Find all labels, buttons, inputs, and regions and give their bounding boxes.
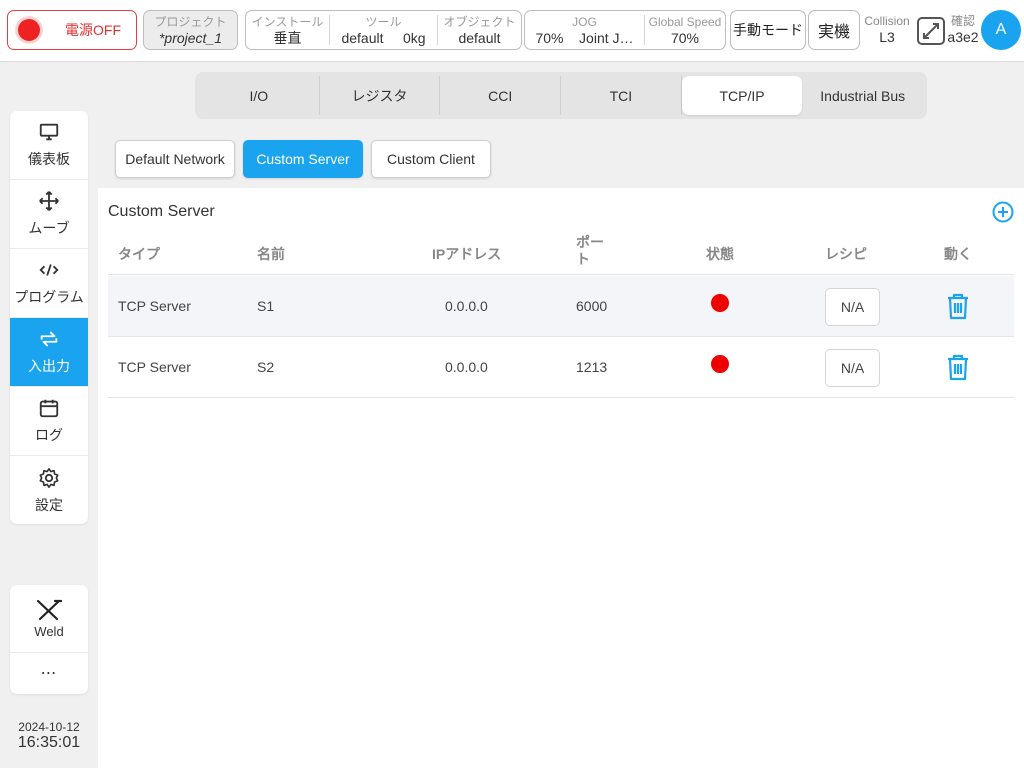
- custom-server-panel: Custom Server タイプ 名前 IPアドレス ポー ト 状態 レシピ …: [98, 188, 1024, 768]
- subtab-default-network[interactable]: Default Network: [115, 140, 235, 178]
- confirm-value: a3e2: [947, 29, 979, 45]
- row-port: 1213: [576, 359, 608, 375]
- col-action: 動く: [944, 246, 972, 262]
- sidebar-item-label: ムーブ: [28, 220, 70, 236]
- sidebar-extra: Weld ⋯: [10, 585, 88, 694]
- sidebar-item-label: プログラム: [14, 289, 84, 305]
- trash-icon[interactable]: [946, 292, 970, 320]
- add-circle-icon[interactable]: [992, 201, 1014, 223]
- speed-caption: Global Speed: [648, 15, 722, 29]
- row-type: TCP Server: [118, 359, 191, 375]
- object-caption: オブジェクト: [443, 15, 516, 29]
- calendar-icon: [39, 399, 59, 418]
- tool-cell[interactable]: ツール default 0kg: [330, 15, 438, 46]
- tab-tcpip[interactable]: TCP/IP: [681, 76, 803, 115]
- col-ip: IPアドレス: [432, 246, 502, 262]
- table-row[interactable]: TCP Server S1 0.0.0.0 6000 N/A: [108, 276, 1014, 337]
- installation-group[interactable]: インストール 垂直 ツール default 0kg オブジェクト default: [245, 10, 522, 50]
- tab-strip: I/O レジスタ CCI TCI TCP/IP Industrial Bus: [195, 72, 927, 119]
- row-ip: 0.0.0.0: [445, 298, 488, 314]
- power-label: 電源OFF: [65, 22, 121, 38]
- row-port: 6000: [576, 298, 608, 314]
- power-indicator-icon: [18, 19, 40, 41]
- recipe-button[interactable]: N/A: [825, 349, 880, 387]
- project-name: *project_1: [158, 30, 223, 46]
- recipe-button[interactable]: N/A: [825, 288, 880, 326]
- tab-tci[interactable]: TCI: [561, 76, 682, 115]
- swap-icon: [40, 331, 58, 347]
- confirm-caption: 確認: [950, 14, 975, 28]
- col-type: タイプ: [118, 246, 160, 262]
- installation-value: 垂直: [273, 30, 302, 46]
- tool-caption: ツール: [365, 15, 402, 29]
- jog-caption: JOG: [572, 15, 597, 29]
- installation-cell[interactable]: インストール 垂直: [246, 15, 330, 46]
- table-row[interactable]: TCP Server S2 0.0.0.0 1213 N/A: [108, 337, 1014, 398]
- weld-icon: [36, 599, 63, 621]
- sidebar-item-label: 設定: [35, 496, 63, 513]
- sidebar-item-dashboard[interactable]: 儀表板: [10, 111, 88, 180]
- monitor-icon: [39, 123, 59, 141]
- col-name: 名前: [257, 246, 285, 262]
- power-button[interactable]: 電源OFF: [7, 10, 137, 50]
- row-ip: 0.0.0.0: [445, 359, 488, 375]
- sidebar-item-settings[interactable]: 設定: [10, 456, 88, 524]
- sidebar-item-label: 儀表板: [28, 151, 70, 167]
- motion-group[interactable]: JOG 70% Joint J… Global Speed 70%: [524, 10, 726, 50]
- collision-caption: Collision: [864, 14, 910, 28]
- col-recipe: レシピ: [825, 246, 867, 262]
- col-port: ポー ト: [576, 234, 604, 267]
- table-header: タイプ 名前 IPアドレス ポー ト 状態 レシピ 動く: [108, 226, 1014, 275]
- main-content: I/O レジスタ CCI TCI TCP/IP Industrial Bus D…: [98, 62, 1024, 768]
- object-cell[interactable]: オブジェクト default: [438, 15, 521, 46]
- expand-icon[interactable]: [916, 16, 946, 46]
- confirm-status[interactable]: 確認 a3e2: [946, 14, 980, 46]
- project-caption: プロジェクト: [154, 15, 227, 29]
- subtab-custom-server[interactable]: Custom Server: [243, 140, 363, 178]
- trash-icon[interactable]: [946, 353, 970, 381]
- installation-caption: インストール: [251, 15, 324, 29]
- sidebar-item-move[interactable]: ムーブ: [10, 180, 88, 249]
- jog-cell[interactable]: JOG 70% Joint J…: [525, 15, 645, 46]
- weld-button[interactable]: Weld: [10, 585, 88, 653]
- collision-level[interactable]: Collision L3: [862, 14, 912, 46]
- real-robot-button[interactable]: 実機: [808, 10, 860, 50]
- col-status: 状態: [706, 246, 734, 262]
- speed-cell[interactable]: Global Speed 70%: [645, 15, 725, 46]
- sidebar-item-log[interactable]: ログ: [10, 387, 88, 456]
- project-selector[interactable]: プロジェクト *project_1: [143, 10, 238, 50]
- sidebar-item-label: 入出力: [28, 358, 70, 374]
- manual-mode-button[interactable]: 手動モード: [730, 10, 806, 50]
- panel-title: Custom Server: [108, 203, 215, 220]
- sidebar-item-io[interactable]: 入出力: [10, 318, 88, 387]
- tool-value: default 0kg: [341, 30, 426, 46]
- subtab-bar: Default Network Custom Server Custom Cli…: [98, 130, 1024, 188]
- sidebar-item-program[interactable]: プログラム: [10, 249, 88, 318]
- weld-label: Weld: [34, 624, 64, 639]
- sidebar-nav: 儀表板 ムーブ プログラム 入出力 ログ 設定: [10, 111, 88, 524]
- more-button[interactable]: ⋯: [10, 653, 88, 693]
- top-bar: 電源OFF プロジェクト *project_1 インストール 垂直 ツール de…: [0, 0, 1024, 62]
- jog-value: 70% Joint J…: [535, 30, 634, 46]
- tab-cci[interactable]: CCI: [440, 76, 562, 115]
- subtab-custom-client[interactable]: Custom Client: [371, 140, 491, 178]
- object-value: default: [458, 30, 501, 46]
- gear-icon: [39, 467, 59, 488]
- row-name: S2: [257, 359, 275, 375]
- tab-register[interactable]: レジスタ: [320, 76, 441, 115]
- status-dot-icon: [711, 355, 729, 373]
- tab-io[interactable]: I/O: [199, 76, 320, 115]
- tab-industrial-bus[interactable]: Industrial Bus: [802, 76, 923, 115]
- date-display: 2024-10-12: [18, 720, 80, 734]
- collision-value: L3: [879, 29, 895, 45]
- move-icon: [39, 191, 59, 211]
- code-icon: [39, 264, 59, 276]
- row-name: S1: [257, 298, 275, 314]
- row-type: TCP Server: [118, 298, 191, 314]
- speed-value: 70%: [670, 30, 700, 46]
- user-avatar[interactable]: A: [981, 10, 1021, 50]
- time-display: 16:35:01: [17, 734, 81, 751]
- status-dot-icon: [711, 294, 729, 312]
- sidebar-item-label: ログ: [35, 427, 63, 443]
